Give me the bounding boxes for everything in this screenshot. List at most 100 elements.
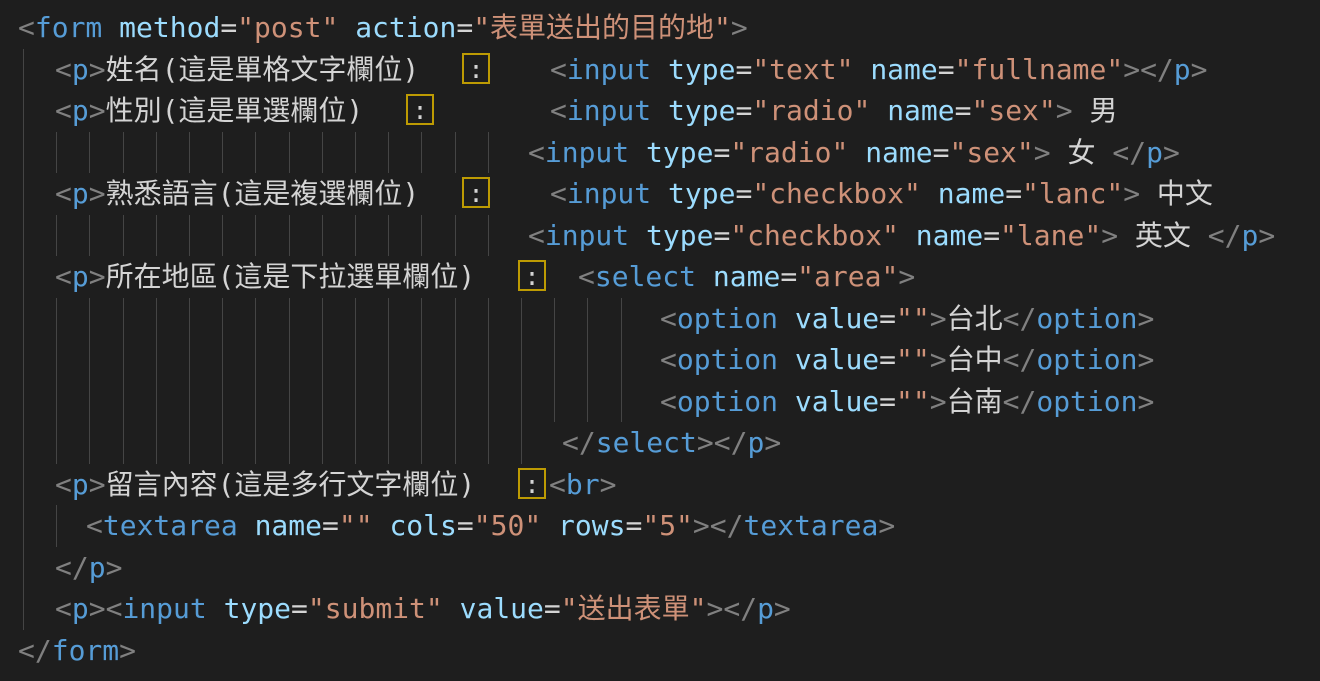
code-line-14: </p>	[0, 547, 1320, 589]
indent-guide	[289, 381, 290, 423]
code-token: >	[930, 302, 947, 335]
indent-guide	[322, 298, 323, 340]
code-line-5: <p>熟悉語言(這是複選欄位):<input type="checkbox" n…	[0, 173, 1320, 215]
code-token: =	[879, 385, 896, 418]
indent-guide	[355, 339, 356, 381]
code-token	[651, 177, 668, 210]
code-token: >	[1034, 136, 1051, 169]
code-token: type	[224, 592, 291, 625]
code-token: >	[89, 177, 106, 210]
indent-guide	[222, 339, 223, 381]
unicode-highlight-box: :	[518, 468, 546, 499]
code-token: input	[567, 177, 651, 210]
code-token: </	[55, 551, 89, 584]
code-token: "sex"	[971, 94, 1055, 127]
code-line-8: <option value="">台北</option>	[0, 298, 1320, 340]
code-segment: <p>性別(這是單選欄位)	[55, 90, 363, 132]
code-token: "area"	[797, 260, 898, 293]
code-token: </	[710, 509, 744, 542]
code-segment: <input type="checkbox" name="lane"> 英文 <…	[528, 215, 1275, 257]
indent-guide	[554, 339, 555, 381]
code-token: >	[898, 260, 915, 293]
code-token: "lanc"	[1022, 177, 1123, 210]
code-segment: <textarea name="" cols="50" rows="5"></t…	[86, 505, 895, 547]
code-token: >	[89, 260, 106, 293]
code-token: >	[89, 94, 106, 127]
code-token: p	[72, 260, 89, 293]
code-token	[921, 177, 938, 210]
code-token	[778, 302, 795, 335]
code-token: =	[322, 509, 339, 542]
code-token: <	[55, 53, 72, 86]
indent-guide	[554, 381, 555, 423]
code-token: >	[930, 343, 947, 376]
code-token: input	[545, 136, 629, 169]
indent-guide	[587, 339, 588, 381]
code-token: >	[1138, 343, 1155, 376]
code-token: cols	[389, 509, 456, 542]
code-token: p	[72, 53, 89, 86]
code-line-4: <input type="radio" name="sex"> 女 </p>	[0, 132, 1320, 174]
indent-guide	[421, 132, 422, 174]
indent-guide	[455, 298, 456, 340]
code-token: method	[119, 11, 220, 44]
code-token: textarea	[103, 509, 238, 542]
code-token: br	[566, 468, 600, 501]
code-line-6: <input type="checkbox" name="lane"> 英文 <…	[0, 215, 1320, 257]
code-line-11: </select></p>	[0, 422, 1320, 464]
indent-guide	[521, 298, 522, 340]
code-token: <	[55, 177, 72, 210]
indent-guide	[421, 339, 422, 381]
editor[interactable]: <form method="post" action="表單送出的目的地"><p…	[0, 0, 1320, 681]
code-token: =	[625, 509, 642, 542]
code-token: 英文	[1118, 219, 1208, 252]
indent-guide	[455, 381, 456, 423]
code-token: "submit"	[308, 592, 443, 625]
code-token: 留言內容(這是多行文字欄位)	[106, 468, 476, 501]
indent-guide	[222, 422, 223, 464]
code-token: "lane"	[1000, 219, 1101, 252]
code-segment: <br>	[549, 464, 616, 506]
indent-guide	[156, 381, 157, 423]
indent-guide	[255, 132, 256, 174]
indent-guide	[488, 422, 489, 464]
code-segment: <input type="checkbox" name="lanc"> 中文	[550, 173, 1213, 215]
code-token: textarea	[744, 509, 879, 542]
code-segment: <input type="text" name="fullname"></p>	[550, 49, 1208, 91]
code-token: "text"	[752, 53, 853, 86]
code-token: <	[660, 302, 677, 335]
code-token: name	[865, 136, 932, 169]
code-token: =	[456, 11, 473, 44]
code-token: =	[713, 136, 730, 169]
unicode-highlight-box: :	[518, 260, 546, 291]
code-token	[102, 11, 119, 44]
indent-guide	[488, 215, 489, 257]
code-token: <	[55, 260, 72, 293]
indent-guide	[554, 298, 555, 340]
code-segment: </select></p>	[562, 422, 781, 464]
code-line-10: <option value="">台南</option>	[0, 381, 1320, 423]
indent-guide	[488, 339, 489, 381]
indent-guide	[23, 132, 24, 174]
code-token: 中文	[1140, 177, 1213, 210]
indent-guide	[521, 339, 522, 381]
indent-guide	[123, 381, 124, 423]
indent-guide	[322, 215, 323, 257]
code-segment: <input type="radio" name="sex"> 男	[550, 90, 1118, 132]
indent-guide	[488, 381, 489, 423]
code-token: ""	[896, 302, 930, 335]
indent-guide	[123, 298, 124, 340]
code-segment: <p>熟悉語言(這是複選欄位)	[55, 173, 419, 215]
code-token: "5"	[642, 509, 693, 542]
indent-guide	[156, 298, 157, 340]
code-token: >	[764, 426, 781, 459]
code-segment: <p><input type="submit" value="送出表單"></p…	[55, 588, 791, 630]
code-token	[338, 11, 355, 44]
code-token: name	[713, 260, 780, 293]
code-token: "sex"	[949, 136, 1033, 169]
indent-guide	[455, 132, 456, 174]
indent-guide	[123, 422, 124, 464]
code-token: <	[55, 94, 72, 127]
indent-guide	[255, 339, 256, 381]
code-line-15: <p><input type="submit" value="送出表單"></p…	[0, 588, 1320, 630]
